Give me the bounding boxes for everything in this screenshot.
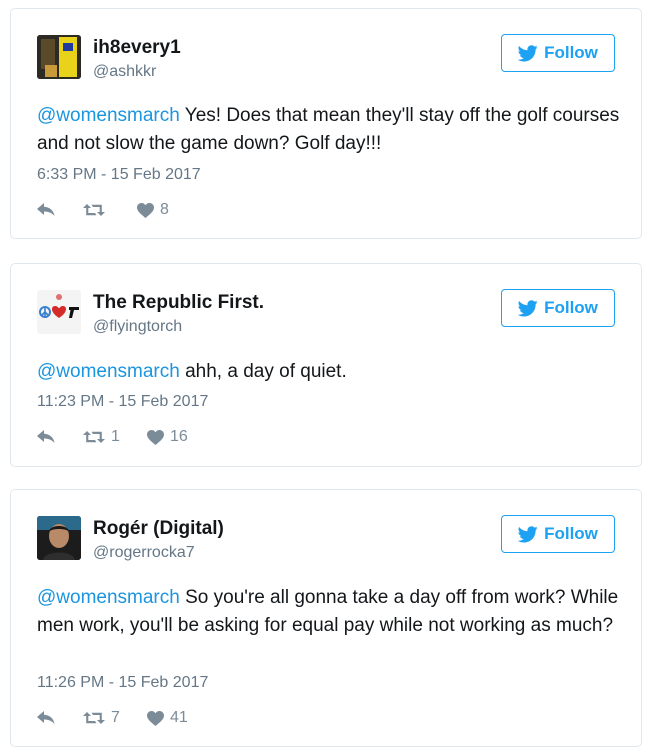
timestamp[interactable]: 11:26 PM - 15 Feb 2017: [37, 674, 208, 692]
follow-label: Follow: [544, 43, 598, 62]
display-name[interactable]: The Republic First.: [93, 292, 264, 314]
display-name[interactable]: ih8every1: [93, 37, 181, 59]
retweet-button[interactable]: 1: [83, 428, 147, 446]
tweet-actions: 7 41: [37, 708, 188, 728]
retweet-icon: [83, 204, 105, 216]
follow-button[interactable]: Follow: [501, 289, 615, 327]
mention-link[interactable]: @womensmarch: [37, 587, 180, 608]
like-button[interactable]: 16: [147, 428, 188, 446]
timestamp[interactable]: 6:33 PM - 15 Feb 2017: [37, 166, 201, 184]
tweet-text: @womensmarch ahh, a day of quiet.: [37, 358, 627, 386]
tweet-card: ih8every1 @ashkkr Follow @womensmarch Ye…: [10, 8, 642, 239]
follow-label: Follow: [544, 524, 598, 543]
twitter-bird-icon: [518, 525, 538, 542]
like-button[interactable]: 41: [147, 709, 188, 727]
reply-icon: [37, 711, 55, 724]
tweet-actions: 8: [37, 200, 169, 220]
user-handle[interactable]: @ashkkr: [93, 63, 156, 81]
avatar[interactable]: [37, 35, 81, 79]
heart-icon: [147, 710, 164, 726]
avatar[interactable]: [37, 290, 81, 334]
twitter-bird-icon: [518, 299, 538, 316]
reply-button[interactable]: [37, 711, 83, 725]
mention-link[interactable]: @womensmarch: [37, 361, 180, 382]
tweet-body: ahh, a day of quiet.: [179, 361, 347, 382]
follow-label: Follow: [544, 298, 598, 317]
reply-icon: [37, 430, 55, 443]
like-count: 16: [170, 428, 188, 445]
tweet-card: Rogér (Digital) @rogerrocka7 Follow @wom…: [10, 489, 642, 747]
heart-icon: [147, 429, 164, 445]
user-handle[interactable]: @flyingtorch: [93, 318, 182, 336]
tweet-text: @womensmarch So you're all gonna take a …: [37, 584, 627, 640]
timestamp[interactable]: 11:23 PM - 15 Feb 2017: [37, 393, 208, 411]
reply-icon: [37, 203, 55, 216]
follow-button[interactable]: Follow: [501, 34, 615, 72]
like-button[interactable]: 8: [137, 201, 169, 219]
twitter-bird-icon: [518, 44, 538, 61]
like-count: 41: [170, 709, 188, 726]
retweet-icon: [83, 431, 105, 443]
like-count: 8: [160, 201, 169, 218]
tweet-actions: 1 16: [37, 427, 188, 447]
retweet-count: 7: [111, 709, 120, 726]
display-name[interactable]: Rogér (Digital): [93, 518, 224, 540]
reply-button[interactable]: [37, 203, 83, 217]
heart-icon: [137, 202, 154, 218]
mention-link[interactable]: @womensmarch: [37, 105, 180, 126]
retweet-icon: [83, 712, 105, 724]
reply-button[interactable]: [37, 430, 83, 444]
user-handle[interactable]: @rogerrocka7: [93, 544, 195, 562]
retweet-button[interactable]: 7: [83, 709, 147, 727]
retweet-count: 1: [111, 428, 120, 445]
tweet-text: @womensmarch Yes! Does that mean they'll…: [37, 102, 627, 158]
follow-button[interactable]: Follow: [501, 515, 615, 553]
tweet-card: The Republic First. @flyingtorch Follow …: [10, 263, 642, 467]
retweet-button[interactable]: [83, 203, 137, 217]
avatar[interactable]: [37, 516, 81, 560]
